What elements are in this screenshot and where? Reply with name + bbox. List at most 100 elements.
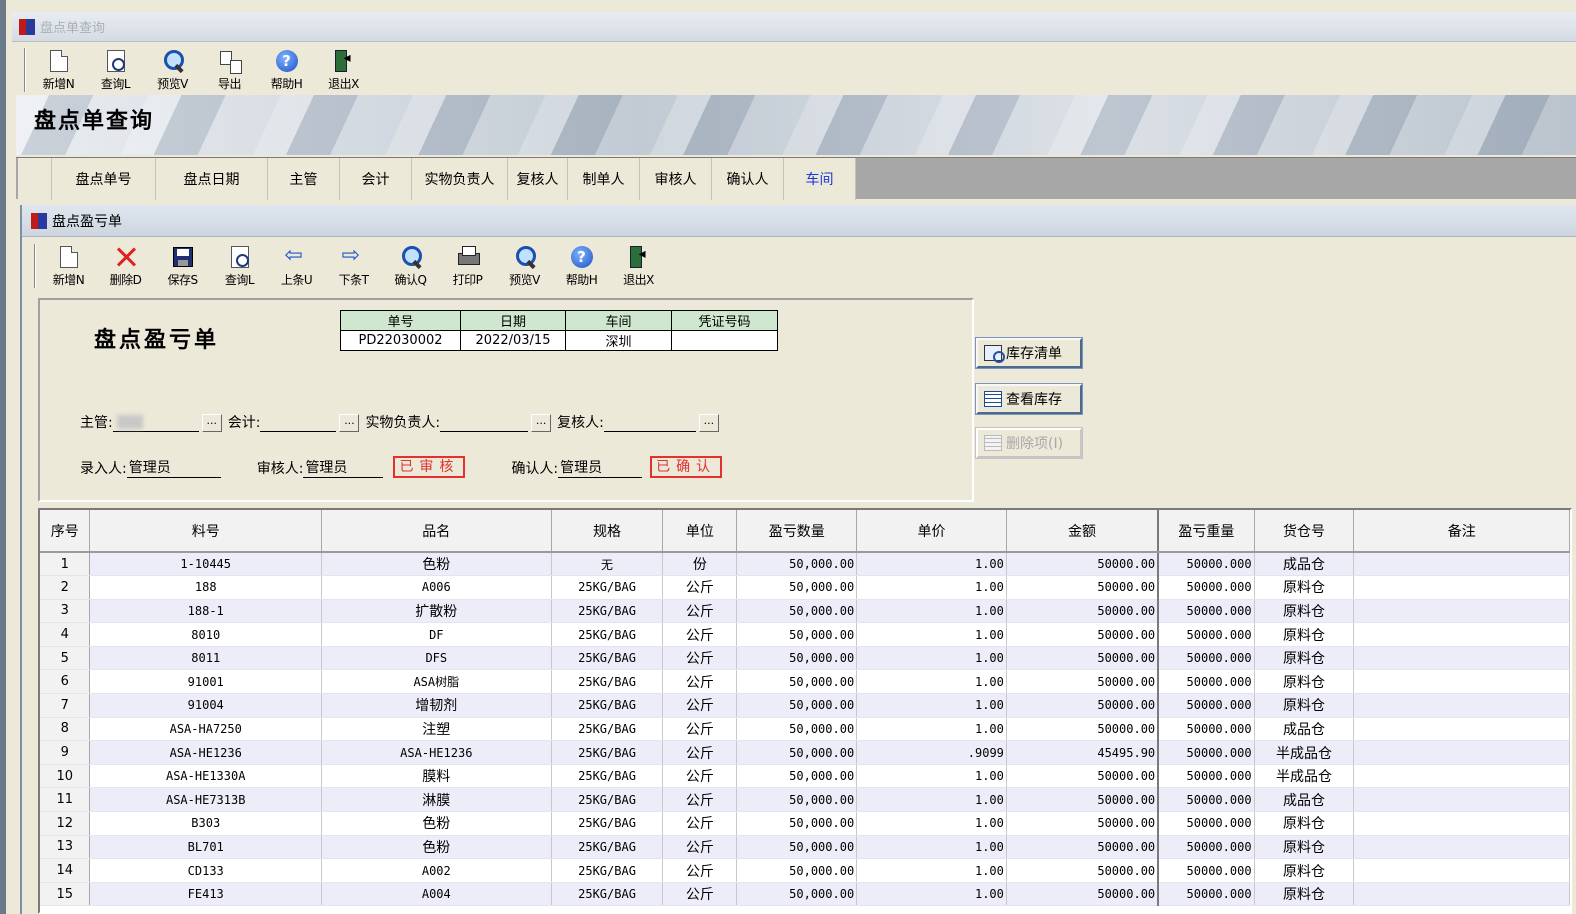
table-cell[interactable]: 50,000.00 xyxy=(736,717,858,742)
table-cell[interactable]: 25KG/BAG xyxy=(551,669,664,695)
table-row[interactable]: 6 91001 ASA树脂 25KG/BAG 公斤 50,000.00 1.00 50000.… xyxy=(40,669,1570,695)
table-cell[interactable]: 50000.00 xyxy=(1006,622,1159,647)
table-cell[interactable]: 公斤 xyxy=(662,575,738,600)
table-cell[interactable]: A006 xyxy=(321,575,552,600)
table-cell[interactable]: 1.00 xyxy=(856,811,1007,836)
toolbar-button-export[interactable]: 导出 xyxy=(201,46,258,92)
table-cell[interactable]: 50,000.00 xyxy=(736,552,858,577)
table-cell[interactable]: 膜料 xyxy=(321,764,552,789)
table-cell[interactable]: 成品仓 xyxy=(1254,552,1355,577)
table-cell[interactable]: 注塑 xyxy=(321,717,552,742)
table-cell[interactable]: 半成品仓 xyxy=(1254,764,1355,789)
table-cell[interactable]: 50000.000 xyxy=(1157,835,1255,860)
table-row[interactable]: 7 91004 增韧剂 25KG/BAG 公斤 50,000.00 1.00 50000.00… xyxy=(40,693,1570,718)
table-row[interactable]: 8 ASA-HA7250 注塑 25KG/BAG 公斤 50,000.00 1.00 5000… xyxy=(40,717,1570,742)
table-row[interactable]: 3 188-1 扩散粉 25KG/BAG 公斤 50,000.00 1.00 50000.00… xyxy=(40,599,1570,624)
table-cell[interactable]: 公斤 xyxy=(662,835,738,860)
table-row[interactable]: 2 188 A006 25KG/BAG 公斤 50,000.00 1.00 50000.00 5… xyxy=(40,575,1570,600)
table-cell[interactable]: 50000.00 xyxy=(1006,835,1159,860)
table-row[interactable]: 5 8011 DFS 25KG/BAG 公斤 50,000.00 1.00 50000.00 5… xyxy=(40,646,1570,671)
table-cell[interactable]: 1.00 xyxy=(856,835,1007,860)
table-cell[interactable] xyxy=(1353,740,1570,765)
table-cell[interactable]: 25KG/BAG xyxy=(551,575,664,600)
table-cell[interactable]: 25KG/BAG xyxy=(551,622,664,647)
tab-column-10[interactable]: 车间 xyxy=(784,158,856,200)
table-cell[interactable]: 公斤 xyxy=(662,764,738,789)
table-cell[interactable]: 50000.00 xyxy=(1006,858,1159,883)
table-cell[interactable]: ASA-HE1236 xyxy=(321,740,552,765)
table-row[interactable]: 12 B303 色粉 25KG/BAG 公斤 50,000.00 1.00 50000.00 5… xyxy=(40,811,1570,836)
table-cell[interactable]: 6 xyxy=(40,669,91,695)
table-cell[interactable]: 91004 xyxy=(89,693,323,718)
toolbar-button-help[interactable]: 帮助H xyxy=(258,46,315,92)
table-cell[interactable]: 原料仓 xyxy=(1254,622,1355,647)
table-cell[interactable]: 50000.00 xyxy=(1006,599,1159,624)
table-cell[interactable] xyxy=(1353,622,1570,647)
table-cell[interactable]: A004 xyxy=(321,882,552,907)
toolbar-button-print[interactable]: 打印P xyxy=(439,242,496,288)
table-cell[interactable]: ASA-HE1236 xyxy=(89,740,323,765)
custodian-field[interactable] xyxy=(440,412,529,432)
table-cell[interactable]: A002 xyxy=(321,858,552,883)
accountant-field[interactable] xyxy=(260,412,337,432)
table-cell[interactable]: 原料仓 xyxy=(1254,811,1355,836)
toolbar-button-next-arrow[interactable]: 下条T xyxy=(325,242,382,288)
table-cell[interactable]: 188-1 xyxy=(89,599,323,624)
table-cell[interactable]: 50000.000 xyxy=(1157,740,1255,765)
table-row[interactable]: 11 ASA-HE7313B 淋膜 25KG/BAG 公斤 50,000.00 1.00 50… xyxy=(40,787,1570,813)
table-cell[interactable]: 50000.00 xyxy=(1006,811,1159,836)
table-cell[interactable]: 50000.00 xyxy=(1006,669,1159,695)
toolbar-button-help[interactable]: 帮助H xyxy=(553,242,610,288)
table-cell[interactable]: 1.00 xyxy=(856,858,1007,883)
table-cell[interactable]: CD133 xyxy=(89,858,323,883)
table-row[interactable]: 15 FE413 A004 25KG/BAG 公斤 50,000.00 1.00 50000.… xyxy=(40,882,1570,907)
table-cell[interactable]: 50000.00 xyxy=(1006,693,1159,718)
table-cell[interactable]: 份 xyxy=(662,552,738,577)
table-cell[interactable]: 50000.000 xyxy=(1157,599,1255,624)
table-cell[interactable]: 50000.000 xyxy=(1157,622,1255,647)
table-cell[interactable]: 增韧剂 xyxy=(321,693,552,718)
table-cell[interactable]: 色粉 xyxy=(321,811,552,836)
table-cell[interactable]: ASA树脂 xyxy=(321,669,552,695)
table-cell[interactable]: 50,000.00 xyxy=(736,740,858,765)
table-cell[interactable] xyxy=(1353,858,1570,883)
table-cell[interactable] xyxy=(1353,882,1570,907)
grid-column-header[interactable]: 盈亏重量 xyxy=(1157,510,1255,553)
table-cell[interactable] xyxy=(1353,717,1570,742)
table-cell[interactable]: 原料仓 xyxy=(1254,669,1355,695)
table-cell[interactable] xyxy=(1353,669,1570,695)
table-cell[interactable]: 25KG/BAG xyxy=(551,599,664,624)
table-cell[interactable]: ASA-HE1330A xyxy=(89,764,323,789)
tab-column-8[interactable]: 审核人 xyxy=(640,158,712,200)
table-cell[interactable] xyxy=(1353,693,1570,718)
toolbar-button-delete[interactable]: 删除D xyxy=(97,242,154,288)
table-cell[interactable]: 公斤 xyxy=(662,646,738,671)
table-cell[interactable]: 公斤 xyxy=(662,858,738,883)
toolbar-button-exit[interactable]: 退出X xyxy=(315,46,372,92)
supervisor-lookup-button[interactable]: ... xyxy=(201,414,222,432)
table-cell[interactable]: 50,000.00 xyxy=(736,764,858,789)
accountant-lookup-button[interactable]: ... xyxy=(339,414,360,432)
table-cell[interactable]: 淋膜 xyxy=(321,787,552,813)
table-cell[interactable]: 50,000.00 xyxy=(736,787,858,813)
table-cell[interactable]: 50,000.00 xyxy=(736,622,858,647)
table-cell[interactable]: 1-10445 xyxy=(89,552,323,577)
header-value-date[interactable]: 2022/03/15 xyxy=(460,330,566,351)
toolbar-button-confirm-search[interactable]: 确认Q xyxy=(382,242,439,288)
entry-field[interactable]: 管理员 xyxy=(126,458,221,478)
table-cell[interactable]: 8010 xyxy=(89,622,323,647)
table-cell[interactable]: ASA-HE7313B xyxy=(89,787,323,813)
table-row[interactable]: 9 ASA-HE1236 ASA-HE1236 25KG/BAG 公斤 50,000.00… xyxy=(40,740,1570,765)
view-inventory-button[interactable]: 查看库存 xyxy=(976,384,1082,414)
table-cell[interactable] xyxy=(1353,835,1570,860)
table-cell[interactable]: 50000.000 xyxy=(1157,646,1255,671)
tab-column-5[interactable]: 实物负责人 xyxy=(412,158,508,200)
reviewer-lookup-button[interactable]: ... xyxy=(698,414,719,432)
header-value-workshop[interactable]: 深圳 xyxy=(565,330,672,351)
toolbar-button-preview[interactable]: 预览V xyxy=(144,46,201,92)
table-cell[interactable]: 1.00 xyxy=(856,552,1007,577)
table-cell[interactable]: 12 xyxy=(40,811,91,836)
table-cell[interactable]: 25KG/BAG xyxy=(551,882,664,907)
table-row[interactable]: 14 CD133 A002 25KG/BAG 公斤 50,000.00 1.00 50000.… xyxy=(40,858,1570,883)
grid-column-header[interactable]: 盈亏数量 xyxy=(736,510,858,553)
